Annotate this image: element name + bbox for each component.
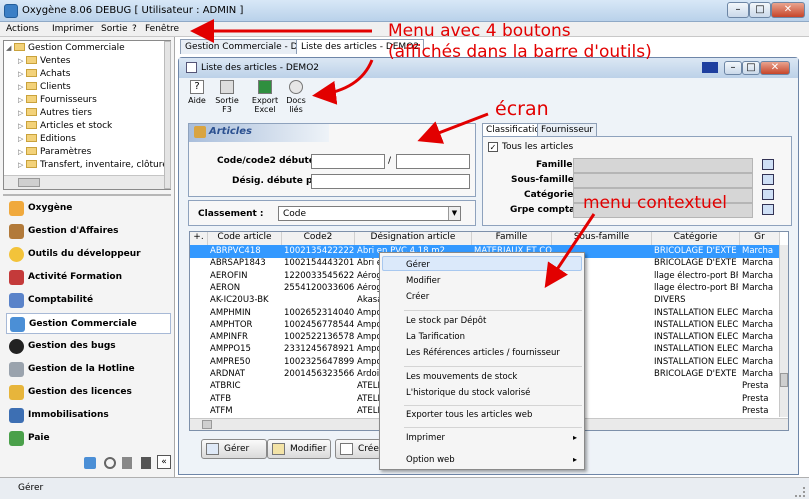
annotation-menu-line1: Menu avec 4 boutons bbox=[388, 21, 571, 41]
arrow-contextuel bbox=[544, 213, 596, 288]
annotation-contextuel: menu contextuel bbox=[583, 193, 728, 213]
annotation-menu-line2: (affichés dans la barre d'outils) bbox=[388, 42, 652, 62]
arrow-ecran bbox=[417, 112, 489, 144]
annotation-ecran: écran bbox=[495, 98, 549, 120]
arrow-toolbar bbox=[312, 59, 374, 105]
annotation-arrows bbox=[190, 19, 596, 288]
